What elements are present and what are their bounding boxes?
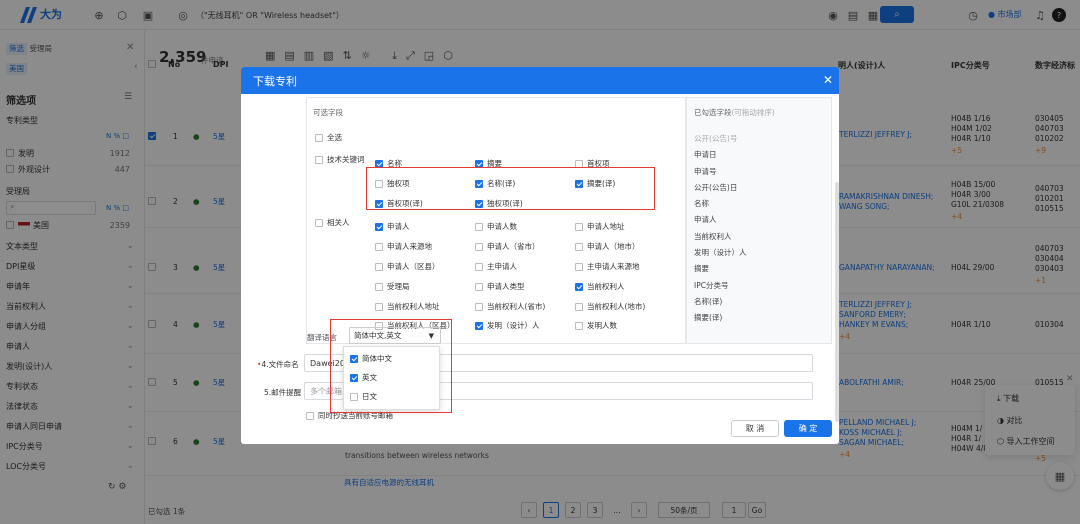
selected-field[interactable]: 申请日 bbox=[694, 149, 824, 165]
checkbox[interactable] bbox=[375, 222, 383, 231]
cancel-button[interactable]: 取 消 bbox=[731, 420, 779, 437]
field-checkbox[interactable]: 申请人类型 bbox=[475, 281, 525, 292]
close-icon[interactable]: ✕ bbox=[823, 73, 833, 87]
field-label: 当前权利人地址 bbox=[387, 302, 440, 311]
checkbox[interactable] bbox=[575, 302, 583, 311]
field-checkbox[interactable]: 申请人（省市） bbox=[475, 241, 540, 252]
selected-title: 已勾选字段(可拖动排序) bbox=[694, 107, 775, 118]
selected-field[interactable]: 公开(公告)日 bbox=[694, 182, 824, 198]
selected-field[interactable]: 申请号 bbox=[694, 166, 824, 182]
field-checkbox[interactable]: 受理局 bbox=[375, 281, 410, 292]
field-checkbox[interactable]: 申请人（地市） bbox=[575, 241, 640, 252]
field-label: 当前权利人(地市) bbox=[587, 302, 646, 311]
scrollbar[interactable] bbox=[835, 182, 839, 422]
selected-field[interactable]: 申请人 bbox=[694, 214, 824, 230]
field-checkbox[interactable]: 当前权利人 bbox=[575, 281, 625, 292]
selected-list: 公开(公告)号 申请日 申请号 公开(公告)日 名称 申请人 当前权利人 发明（设计）人 摘要 I… bbox=[694, 133, 824, 329]
field-checkbox[interactable]: 主申请人来源地 bbox=[575, 261, 640, 272]
field-checkbox[interactable]: 当前权利人(地市) bbox=[575, 301, 645, 312]
field-label: 申请人地址 bbox=[587, 222, 625, 231]
confirm-button[interactable]: 确 定 bbox=[784, 420, 832, 437]
selected-title-text: 已勾选字段 bbox=[694, 108, 732, 117]
checkbox[interactable] bbox=[375, 302, 383, 311]
field-checkbox[interactable]: 主申请人 bbox=[475, 261, 517, 272]
field-checkbox[interactable]: 当前权利人地址 bbox=[375, 301, 440, 312]
checkbox[interactable] bbox=[375, 242, 383, 251]
rel-group[interactable]: 相关人 bbox=[315, 217, 350, 228]
selected-hint: (可拖动排序) bbox=[731, 108, 775, 117]
selected-field[interactable]: IPC分类号 bbox=[694, 280, 824, 296]
checkbox[interactable] bbox=[475, 282, 483, 291]
field-checkbox[interactable]: 申请人来源地 bbox=[375, 241, 432, 252]
checkbox[interactable] bbox=[475, 262, 483, 271]
checkbox[interactable] bbox=[475, 222, 483, 231]
group-label: 技术关键词 bbox=[327, 155, 365, 164]
field-label: 发明人数 bbox=[587, 321, 617, 330]
filename-text: 4.文件命名 bbox=[261, 360, 299, 369]
field-label: 申请人类型 bbox=[487, 282, 525, 291]
group-label: 相关人 bbox=[327, 218, 350, 227]
selected-field[interactable]: 摘要(译) bbox=[694, 312, 824, 328]
field-checkbox[interactable]: 申请人 bbox=[375, 221, 410, 232]
selected-field[interactable]: 当前权利人 bbox=[694, 231, 824, 247]
field-label: 主申请人 bbox=[487, 262, 517, 271]
field-checkbox[interactable]: 申请人（区县） bbox=[375, 261, 440, 272]
field-label: 申请人（省市） bbox=[487, 242, 540, 251]
selected-field[interactable]: 公开(公告)号 bbox=[694, 133, 824, 149]
filename-label: •4.文件命名 bbox=[257, 360, 299, 369]
highlight-box bbox=[330, 319, 452, 413]
field-label: 受理局 bbox=[387, 282, 410, 291]
select-all[interactable]: 全选 bbox=[315, 132, 342, 143]
field-label: 主申请人来源地 bbox=[587, 262, 640, 271]
field-checkbox[interactable]: 当前权利人(省市) bbox=[475, 301, 545, 312]
field-label: 当前权利人(省市) bbox=[487, 302, 546, 311]
optional-title: 可选字段 bbox=[313, 108, 343, 117]
selected-field[interactable]: 名称 bbox=[694, 198, 824, 214]
tech-group[interactable]: 技术关键词 bbox=[315, 154, 365, 165]
select-all-label: 全选 bbox=[327, 133, 342, 142]
dialog-title: 下载专利 bbox=[253, 74, 297, 88]
checkbox[interactable] bbox=[375, 282, 383, 291]
highlight-box bbox=[366, 167, 655, 210]
checkbox[interactable] bbox=[375, 262, 383, 271]
checkbox[interactable] bbox=[575, 282, 583, 291]
checkbox[interactable] bbox=[475, 321, 483, 330]
field-label: 发明（设计）人 bbox=[487, 321, 540, 330]
checkbox[interactable] bbox=[575, 222, 583, 231]
checkbox[interactable] bbox=[475, 302, 483, 311]
checkbox[interactable] bbox=[475, 242, 483, 251]
field-label: 申请人 bbox=[387, 222, 410, 231]
field-label: 当前权利人 bbox=[587, 282, 625, 291]
checkbox[interactable] bbox=[575, 262, 583, 271]
field-label: 申请人数 bbox=[487, 222, 517, 231]
dialog-header: 下载专利 ✕ bbox=[241, 67, 839, 94]
checkbox[interactable] bbox=[575, 242, 583, 251]
field-checkbox[interactable]: 发明人数 bbox=[575, 320, 617, 331]
field-checkbox[interactable]: 发明（设计）人 bbox=[475, 320, 540, 331]
field-label: 申请人来源地 bbox=[387, 242, 432, 251]
field-checkbox[interactable]: 申请人数 bbox=[475, 221, 517, 232]
selected-field[interactable]: 摘要 bbox=[694, 263, 824, 279]
email-label: 5.邮件提醒 bbox=[264, 388, 302, 397]
field-label: 申请人（地市） bbox=[587, 242, 640, 251]
field-checkbox[interactable]: 申请人地址 bbox=[575, 221, 625, 232]
selected-field[interactable]: 发明（设计）人 bbox=[694, 247, 824, 263]
field-label: 申请人（区县） bbox=[387, 262, 440, 271]
selected-field[interactable]: 名称(译) bbox=[694, 296, 824, 312]
checkbox[interactable] bbox=[575, 321, 583, 330]
